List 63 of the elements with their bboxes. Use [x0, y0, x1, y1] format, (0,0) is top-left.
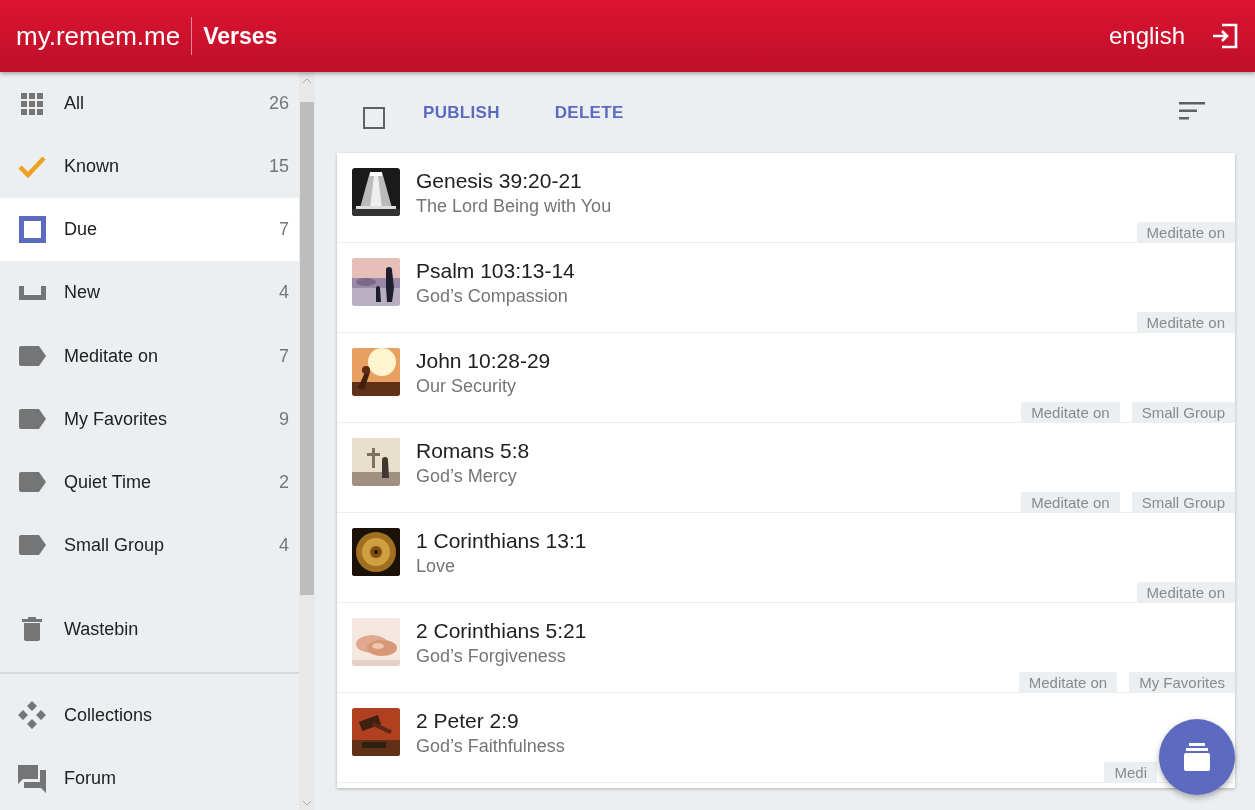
sidebar-item[interactable]: All 26: [0, 72, 299, 136]
label-icon: [18, 409, 46, 430]
sidebar-item[interactable]: New 4: [0, 261, 299, 325]
verse-topic: God’s Forgiveness: [416, 646, 567, 668]
tag-chip: Medi: [1104, 762, 1157, 782]
item-count: 7: [279, 345, 289, 367]
square-icon: [18, 216, 46, 244]
tag-chip: My Favorites: [1129, 672, 1235, 692]
sidebar-item[interactable]: Quiet Time 2: [0, 450, 299, 514]
sidebar-item[interactable]: Known 15: [0, 135, 299, 199]
tag-chip: Meditate on: [1018, 672, 1118, 692]
item-count: 4: [279, 282, 289, 304]
verse-reference[interactable]: Genesis 39:20-21: [416, 168, 612, 194]
item-count: 9: [279, 408, 289, 430]
tag-chip: Meditate on: [1136, 582, 1235, 602]
tag-chip: Meditate on: [1021, 402, 1120, 422]
tag-chip: Meditate on: [1136, 312, 1235, 332]
tag-chip: Small Group: [1131, 492, 1235, 512]
sidebar-item[interactable]: Meditate on 7: [0, 324, 299, 388]
sidebar-item[interactable]: Wastebin: [0, 597, 299, 661]
verse-topic: Our Security: [416, 376, 518, 398]
tag-chip: Meditate on: [1021, 492, 1120, 512]
label-icon: [18, 535, 46, 556]
item-count: 4: [279, 534, 289, 556]
verse-topic: Love: [416, 556, 457, 578]
item-count: 7: [279, 219, 289, 241]
diamonds-icon: [18, 701, 46, 730]
item-count: 2: [279, 471, 289, 493]
sidebar-item[interactable]: Small Group 4: [0, 513, 299, 577]
verse-reference[interactable]: John 10:28-29: [416, 348, 551, 374]
checkmark-icon: [18, 155, 46, 178]
logout-icon[interactable]: [1211, 22, 1239, 50]
verse-reference[interactable]: 1 Corinthians 13:1: [416, 528, 587, 554]
sort-icon[interactable]: [1179, 101, 1205, 120]
app-title: my.remem.me: [16, 20, 181, 52]
grid-icon: [21, 92, 43, 115]
tag-chip: Small Group: [1131, 402, 1235, 422]
section-title: Verses: [203, 22, 278, 50]
sidebar-item[interactable]: Forum: [0, 746, 299, 810]
verse-topic: God’s Faithfulness: [416, 736, 565, 758]
item-count: 15: [268, 156, 289, 178]
stack-icon: [1183, 743, 1211, 771]
action-button[interactable]: DELETE: [554, 102, 624, 123]
verse-reference[interactable]: 2 Peter 2:9: [416, 708, 565, 734]
label-icon: [18, 472, 46, 493]
forum-icon: [18, 764, 46, 793]
sidebar-item[interactable]: My Favorites 9: [0, 387, 299, 451]
language-selector[interactable]: english: [1108, 22, 1185, 50]
tag-chip: Meditate on: [1136, 222, 1235, 242]
label-icon: [18, 346, 46, 367]
checkbox[interactable]: [363, 106, 385, 129]
item-count: 26: [268, 93, 289, 115]
action-button[interactable]: PUBLISH: [423, 102, 500, 123]
sidebar-item[interactable]: Collections: [0, 683, 299, 747]
verse-reference[interactable]: Romans 5:8: [416, 438, 530, 464]
verse-reference[interactable]: 2 Corinthians 5:21: [416, 618, 587, 644]
trash-icon: [22, 617, 42, 642]
verse-topic: The Lord Being with You: [416, 196, 612, 218]
tray-icon: [18, 285, 46, 300]
verse-topic: God’s Mercy: [416, 466, 518, 488]
sidebar-item[interactable]: Due 7: [0, 198, 299, 262]
verse-reference[interactable]: Psalm 103:13-14: [416, 258, 575, 284]
verse-topic: God’s Compassion: [416, 286, 569, 308]
